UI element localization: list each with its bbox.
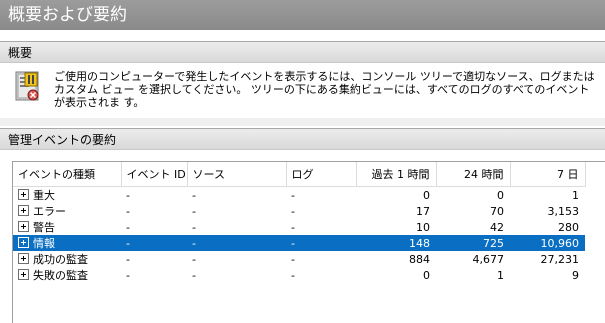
count-last-hour: 10 <box>416 220 430 234</box>
count-last-hour: 0 <box>423 188 430 202</box>
page-title: 概要および要約 <box>0 0 605 30</box>
event-log: - <box>286 235 356 251</box>
event-source: - <box>192 268 196 282</box>
expand-icon[interactable] <box>18 205 29 216</box>
expand-icon[interactable] <box>18 237 29 248</box>
count-24-hours: 0 <box>497 188 504 202</box>
event-log: - <box>291 188 295 202</box>
event-id: - <box>126 252 130 266</box>
count-last-hour: 0 <box>423 268 430 282</box>
overview-description: ご使用のコンピューターで発生したイベントを表示するには、コンソール ツリーで適切… <box>54 70 595 109</box>
table-header-row: イベントの種類 イベント ID ソース ログ 過去 1 時間 24 時間 7 日 <box>13 162 586 187</box>
col-header-source[interactable]: ソース <box>187 162 287 187</box>
count-7-days: 3,153 <box>547 204 580 218</box>
table-row[interactable]: 成功の監査 - - - 884 4,677 27,231 <box>13 251 585 267</box>
count-last-hour: 884 <box>409 252 430 266</box>
event-type: 警告 <box>33 221 55 234</box>
event-log: - <box>291 268 295 282</box>
expand-icon[interactable] <box>18 269 29 280</box>
overview-section-header[interactable]: 概要 <box>0 41 605 63</box>
expand-icon[interactable] <box>18 253 29 264</box>
count-7-days: 10,960 <box>510 235 585 251</box>
count-24-hours: 4,677 <box>472 252 505 266</box>
count-7-days: 9 <box>572 268 579 282</box>
count-24-hours: 42 <box>490 220 504 234</box>
col-header-event-type[interactable]: イベントの種類 <box>13 162 122 187</box>
expand-icon[interactable] <box>18 189 29 200</box>
admin-events-summary-table: イベントの種類 イベント ID ソース ログ 過去 1 時間 24 時間 7 日… <box>12 161 605 323</box>
event-viewer-icon <box>14 70 44 104</box>
event-viewer-summary-page: 概要および要約 概要 ご使用のコンピューターで発生したイベントを表示するには、コ… <box>0 0 605 323</box>
event-log: - <box>291 204 295 218</box>
event-log: - <box>291 220 295 234</box>
event-id: - <box>126 204 130 218</box>
table-row[interactable]: 重大 - - - 0 0 1 <box>13 187 585 204</box>
count-7-days: 27,231 <box>540 252 580 266</box>
overview-body: ご使用のコンピューターで発生したイベントを表示するには、コンソール ツリーで適切… <box>0 66 605 118</box>
col-header-log[interactable]: ログ <box>286 162 357 187</box>
event-type: 成功の監査 <box>33 253 88 266</box>
event-source: - <box>192 188 196 202</box>
event-id: - <box>121 235 187 251</box>
count-24-hours: 725 <box>436 235 510 251</box>
summary-table: イベントの種類 イベント ID ソース ログ 過去 1 時間 24 時間 7 日… <box>13 162 586 283</box>
section-separator <box>0 118 605 126</box>
event-type: 重大 <box>33 189 55 202</box>
event-id: - <box>126 188 130 202</box>
table-row-selected[interactable]: 情報 - - - 148 725 10,960 <box>13 235 585 251</box>
col-header-24-hours[interactable]: 24 時間 <box>436 162 511 187</box>
table-row[interactable]: 警告 - - - 10 42 280 <box>13 219 585 235</box>
count-24-hours: 1 <box>497 268 504 282</box>
event-type: エラー <box>33 205 66 218</box>
count-24-hours: 70 <box>490 204 504 218</box>
count-7-days: 280 <box>558 220 579 234</box>
count-last-hour: 148 <box>356 235 436 251</box>
event-source: - <box>187 235 286 251</box>
col-header-last-hour[interactable]: 過去 1 時間 <box>356 162 437 187</box>
count-last-hour: 17 <box>416 204 430 218</box>
expand-icon[interactable] <box>18 221 29 232</box>
event-source: - <box>192 220 196 234</box>
table-row[interactable]: 失敗の監査 - - - 0 1 9 <box>13 267 585 283</box>
summary-section-header[interactable]: 管理イベントの要約 <box>0 128 605 150</box>
event-id: - <box>126 220 130 234</box>
event-log: - <box>291 252 295 266</box>
col-header-event-id[interactable]: イベント ID <box>121 162 188 187</box>
event-type: 失敗の監査 <box>33 269 88 282</box>
event-id: - <box>126 268 130 282</box>
event-source: - <box>192 252 196 266</box>
event-source: - <box>192 204 196 218</box>
col-header-7-days[interactable]: 7 日 <box>510 162 586 187</box>
table-row[interactable]: エラー - - - 17 70 3,153 <box>13 203 585 219</box>
count-7-days: 1 <box>572 188 579 202</box>
event-type: 情報 <box>33 237 55 250</box>
